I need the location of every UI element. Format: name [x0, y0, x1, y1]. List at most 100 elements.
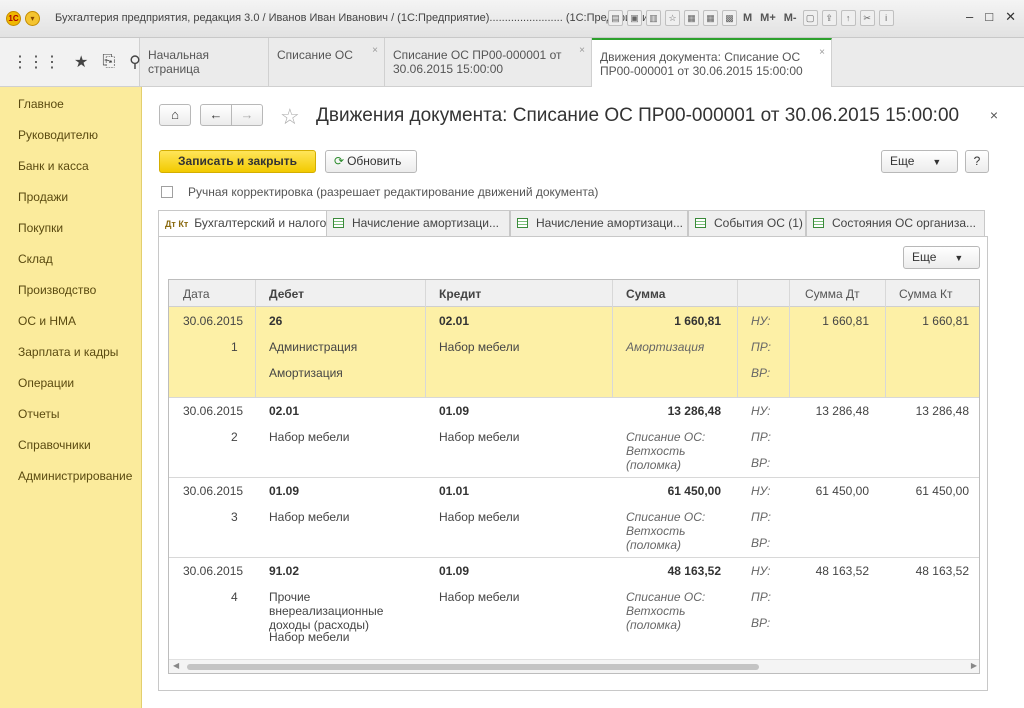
row-date: 30.06.2015: [183, 404, 244, 418]
memory-minus-button[interactable]: M-: [782, 12, 799, 24]
tab-depreciation-1[interactable]: Начисление амортизаци...: [326, 210, 510, 237]
sidebar-item-admin[interactable]: Администрирование: [18, 469, 132, 483]
manual-correction-checkbox[interactable]: [161, 186, 173, 198]
info-icon[interactable]: i: [878, 10, 894, 26]
debit-subconto: Прочие: [269, 590, 311, 604]
sum-kt-value: 13 286,48: [915, 404, 969, 418]
history-icon[interactable]: ▦: [684, 10, 699, 26]
minimize-icon[interactable]: –: [966, 9, 973, 25]
new-window-icon[interactable]: ▢: [802, 10, 818, 26]
debit-subconto: Набор мебели: [269, 510, 350, 524]
sidebar-item-sales[interactable]: Продажи: [18, 190, 68, 204]
credit-account: 02.01: [439, 314, 470, 328]
sidebar-item-manager[interactable]: Руководителю: [18, 128, 98, 142]
up-arrow-icon[interactable]: ↑: [840, 10, 856, 26]
row-number: 4: [231, 590, 238, 604]
debit-subconto: Амортизация: [269, 366, 343, 380]
apps-grid-icon[interactable]: ⋮⋮⋮: [12, 52, 60, 72]
export-icon[interactable]: ⇪: [821, 10, 837, 26]
help-button[interactable]: ?: [965, 150, 989, 173]
tab-asset-events[interactable]: События ОС (1): [688, 210, 806, 237]
home-button[interactable]: ⌂: [159, 104, 191, 126]
close-tab-icon[interactable]: ×: [372, 44, 378, 58]
forward-button[interactable]: →: [231, 104, 263, 126]
tab-writeoff-doc[interactable]: Списание ОС ПР00-000001 от 30.06.2015 15…: [385, 38, 592, 87]
sum-dt-value: 1 660,81: [822, 314, 869, 328]
arrow-right-icon: →: [240, 107, 254, 122]
manual-correction-label: Ручная корректировка (разрешает редактир…: [188, 185, 599, 199]
calculator-icon[interactable]: ▩: [722, 10, 737, 26]
dt-kt-icon: Дт Кт: [165, 219, 189, 229]
tab-accounting-tax[interactable]: Дт Кт Бухгалтерский и налого...: [158, 210, 328, 239]
sum-dt-value: 61 450,00: [815, 484, 869, 498]
tab-writeoff-list[interactable]: Списание ОС ×: [269, 38, 385, 87]
close-window-icon[interactable]: ✕: [1005, 9, 1016, 25]
type-pr: ПР:: [751, 340, 771, 354]
column-divider: [425, 280, 426, 397]
column-divider: [612, 280, 613, 397]
calendar-icon[interactable]: ▦: [703, 10, 718, 26]
row-date: 30.06.2015: [183, 314, 244, 328]
sum-dt-value: 13 286,48: [815, 404, 869, 418]
tab-asset-states[interactable]: Состояния ОС организа...: [806, 210, 985, 237]
close-tab-icon[interactable]: ×: [579, 44, 585, 58]
type-pr: ПР:: [751, 510, 771, 524]
debit-subconto: внереализационные: [269, 604, 384, 618]
chevron-down-icon: ▼: [954, 253, 964, 263]
preview-icon[interactable]: ▥: [646, 10, 661, 26]
close-icon[interactable]: ×: [990, 107, 998, 123]
sum-value: 48 163,52: [667, 564, 721, 578]
sidebar-item-catalogs[interactable]: Справочники: [18, 438, 91, 452]
tab-label: Списание ОС: [277, 48, 353, 62]
sidebar-item-salary[interactable]: Зарплата и кадры: [18, 345, 118, 359]
main-menu-icon[interactable]: ▾: [25, 11, 40, 26]
sidebar-item-operations[interactable]: Операции: [18, 376, 74, 390]
maximize-icon[interactable]: □: [985, 9, 993, 25]
inner-more-button[interactable]: Еще ▼: [903, 246, 980, 269]
col-date[interactable]: Дата: [183, 287, 210, 301]
app-logo-icon[interactable]: 1C: [6, 11, 21, 26]
scrollbar-thumb[interactable]: [187, 664, 759, 670]
row-number: 1: [231, 340, 238, 354]
col-credit[interactable]: Кредит: [439, 287, 481, 301]
horizontal-scrollbar[interactable]: ◀ ▶: [169, 659, 979, 673]
more-label: Еще: [912, 250, 937, 264]
sidebar-item-fixed-assets[interactable]: ОС и НМА: [18, 314, 76, 328]
save-icon[interactable]: ▣: [627, 10, 642, 26]
close-tab-icon[interactable]: ×: [819, 46, 825, 60]
sidebar-item-main[interactable]: Главное: [18, 97, 64, 111]
save-and-close-button[interactable]: Записать и закрыть: [159, 150, 316, 173]
sum-kt-value: 1 660,81: [922, 314, 969, 328]
col-sum-dt[interactable]: Сумма Дт: [805, 287, 860, 301]
tab-document-movements[interactable]: Движения документа: Списание ОС ПР00-000…: [592, 38, 832, 88]
col-sum[interactable]: Сумма: [626, 287, 665, 301]
debit-subconto: Набор мебели: [269, 630, 350, 644]
favorites-star-icon[interactable]: ★: [74, 52, 88, 72]
favorite-star-icon[interactable]: ☆: [280, 104, 300, 130]
tab-home[interactable]: Начальная страница: [140, 38, 269, 87]
memory-plus-button[interactable]: M+: [758, 12, 778, 24]
tools-icon[interactable]: ✂: [859, 10, 875, 26]
more-label: Еще: [890, 154, 915, 168]
favorites-icon[interactable]: ☆: [665, 10, 680, 26]
memory-button[interactable]: M: [741, 12, 754, 24]
row-date: 30.06.2015: [183, 484, 244, 498]
row-number: 3: [231, 510, 238, 524]
tab-depreciation-2[interactable]: Начисление амортизаци...: [510, 210, 688, 237]
more-button[interactable]: Еще ▼: [881, 150, 958, 173]
sidebar-item-production[interactable]: Производство: [18, 283, 96, 297]
back-button[interactable]: ←: [200, 104, 232, 126]
sidebar-item-bank[interactable]: Банк и касса: [18, 159, 89, 173]
sidebar-item-reports[interactable]: Отчеты: [18, 407, 59, 421]
entry-content: Ветхость: [626, 444, 686, 458]
scroll-right-icon[interactable]: ▶: [971, 661, 977, 670]
col-sum-kt[interactable]: Сумма Кт: [899, 287, 953, 301]
sidebar-item-warehouse[interactable]: Склад: [18, 252, 53, 266]
print-icon[interactable]: ▤: [608, 10, 623, 26]
history-icon[interactable]: ⎘: [102, 53, 115, 71]
refresh-button[interactable]: ⟳ Обновить: [325, 150, 417, 173]
page-title: Движения документа: Списание ОС ПР00-000…: [316, 105, 960, 126]
sidebar-item-purchases[interactable]: Покупки: [18, 221, 63, 235]
col-debit[interactable]: Дебет: [269, 287, 304, 301]
scroll-left-icon[interactable]: ◀: [173, 661, 179, 670]
